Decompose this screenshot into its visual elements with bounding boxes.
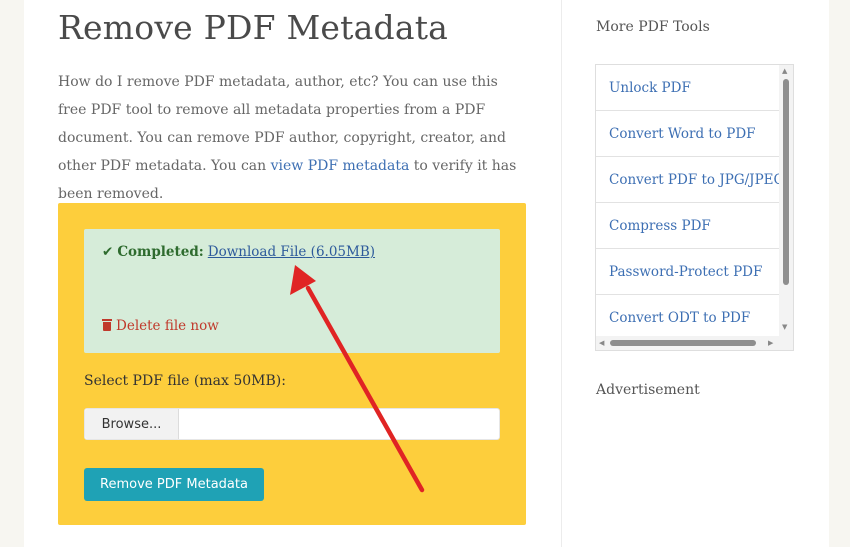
- remove-metadata-button[interactable]: Remove PDF Metadata: [84, 468, 264, 501]
- completed-label: Completed:: [117, 244, 204, 260]
- browse-button[interactable]: Browse...: [85, 409, 179, 439]
- sidebar-item-convert-word-to-pdf[interactable]: Convert Word to PDF: [596, 111, 780, 157]
- horizontal-scrollbar[interactable]: ◀ ▶: [596, 336, 793, 350]
- intro-paragraph: How do I remove PDF metadata, author, et…: [58, 68, 528, 208]
- sidebar-item-compress-pdf[interactable]: Compress PDF: [596, 203, 780, 249]
- sidebar-item-unlock-pdf[interactable]: Unlock PDF: [596, 65, 780, 111]
- delete-file-label: Delete file now: [116, 318, 219, 334]
- completed-line: ✔ Completed: Download File (6.05MB): [102, 244, 375, 260]
- scroll-up-icon[interactable]: ▲: [782, 68, 787, 75]
- page: Remove PDF Metadata How do I remove PDF …: [24, 0, 829, 547]
- vertical-scrollbar[interactable]: ▲ ▼: [779, 65, 793, 337]
- sidebar-item-convert-pdf-to-jpg[interactable]: Convert PDF to JPG/JPEG: [596, 157, 780, 203]
- vertical-scroll-thumb[interactable]: [783, 79, 789, 285]
- check-icon: ✔: [102, 244, 114, 260]
- delete-file-button[interactable]: Delete file now: [102, 318, 219, 334]
- file-input[interactable]: Browse...: [84, 408, 500, 440]
- column-divider: [561, 0, 562, 547]
- scroll-left-icon[interactable]: ◀: [599, 340, 604, 347]
- download-file-link[interactable]: Download File (6.05MB): [208, 244, 375, 260]
- page-title: Remove PDF Metadata: [58, 8, 449, 47]
- horizontal-scroll-thumb[interactable]: [610, 340, 756, 346]
- sidebar-title: More PDF Tools: [596, 19, 710, 35]
- tool-panel: ✔ Completed: Download File (6.05MB) Delete…: [58, 203, 526, 525]
- trash-icon: [102, 319, 112, 331]
- scroll-right-icon[interactable]: ▶: [768, 340, 773, 347]
- success-alert: ✔ Completed: Download File (6.05MB) Delete…: [84, 229, 500, 353]
- advertisement-label: Advertisement: [596, 382, 700, 398]
- sidebar-item-password-protect-pdf[interactable]: Password-Protect PDF: [596, 249, 780, 295]
- main-content: Remove PDF Metadata How do I remove PDF …: [24, 0, 561, 547]
- sidebar-item-convert-odt-to-pdf[interactable]: Convert ODT to PDF: [596, 295, 780, 341]
- tools-list: Unlock PDF Convert Word to PDF Convert P…: [595, 64, 794, 351]
- file-select-label: Select PDF file (max 50MB):: [84, 373, 286, 389]
- scroll-down-icon[interactable]: ▼: [782, 324, 787, 331]
- view-metadata-link[interactable]: view PDF metadata: [271, 158, 410, 174]
